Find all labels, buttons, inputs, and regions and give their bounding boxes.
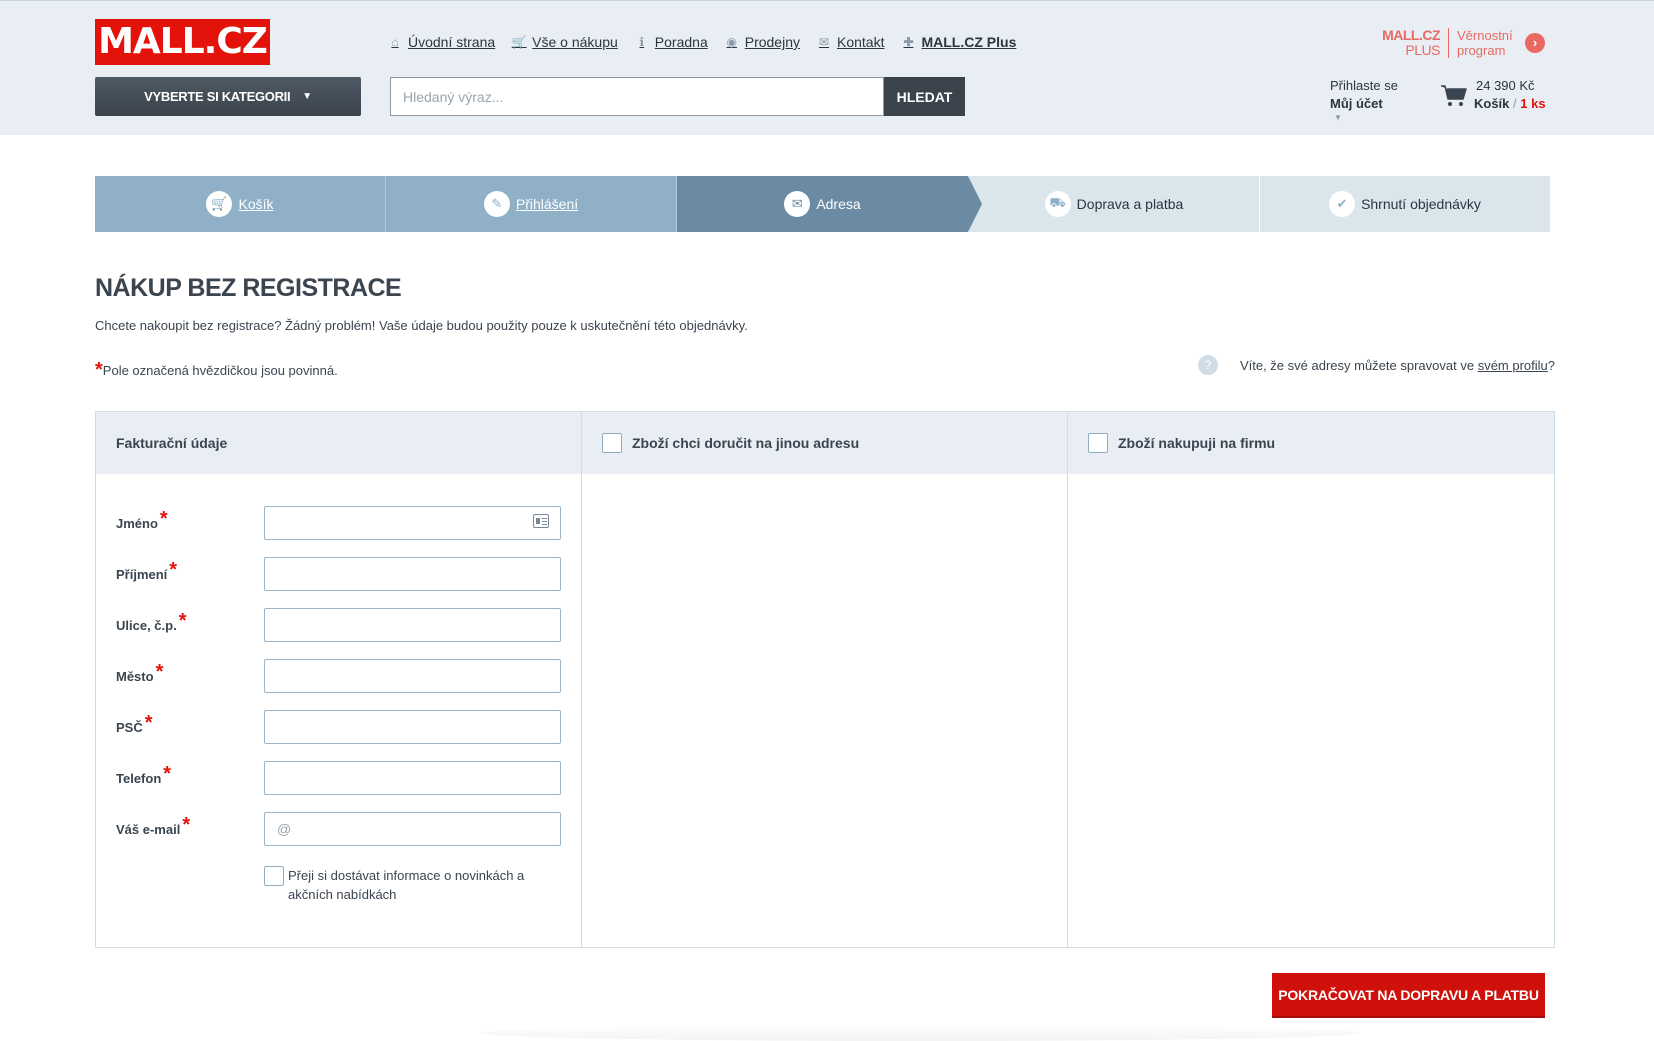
profile-link[interactable]: svém profilu [1478, 358, 1548, 373]
last-name-input[interactable] [264, 557, 561, 591]
nav-advice-link[interactable]: ℹ Poradna [635, 34, 708, 50]
loyalty-program-banner[interactable]: MALL.CZ PLUS Věrnostní program › [1378, 25, 1548, 61]
billing-column: Fakturační údaje Jméno * Příjmení * Ulice,… [96, 412, 582, 947]
required-star: * [95, 359, 103, 381]
delivery-column: Zboží chci doručit na jinou adresu [582, 412, 1068, 947]
page-title: NÁKUP BEZ REGISTRACE [95, 274, 402, 302]
nav-shopping-info-link[interactable]: 🛒 Vše o nákupu [512, 34, 618, 50]
first-name-input[interactable] [264, 506, 561, 540]
profile-note: ? Víte, že své adresy můžete spravovat v… [1197, 355, 1555, 375]
address-form: Fakturační údaje Jméno * Příjmení * Ulice,… [95, 411, 1555, 948]
divider [1448, 28, 1449, 58]
check-icon: ✔ [1329, 191, 1356, 217]
newsletter-option: Přeji si dostávat informace o novinkách … [264, 866, 554, 904]
company-purchase-label: Zboží nakupuji na firmu [1118, 435, 1276, 451]
loyalty-program-text: Věrnostní program [1457, 28, 1513, 58]
field-street: Ulice, č.p. * [116, 608, 562, 642]
cart-count: 1 ks [1520, 96, 1546, 111]
different-address-label: Zboží chci doručit na jinou adresu [632, 435, 860, 451]
step-order-summary: ✔ Shrnutí objednávky [1259, 176, 1550, 232]
account-menu[interactable]: Přihlaste se Můj účet ▼ [1330, 77, 1398, 123]
field-city: Město * [116, 659, 562, 693]
cart-step-icon: 🛒 [206, 191, 233, 217]
field-last-name: Příjmení * [116, 557, 562, 591]
help-icon[interactable]: ? [1197, 355, 1218, 375]
continue-to-shipping-button[interactable]: POKRAČOVAT NA DOPRAVU A PLATBU [1272, 973, 1545, 1016]
nav-home-link[interactable]: ⌂ Úvodní strana [388, 34, 495, 50]
step-address: ✉ Adresa [677, 176, 982, 232]
site-header: MALL.CZ ⌂ Úvodní strana 🛒 Vše o nákupu ℹ Po… [0, 0, 1654, 135]
envelope-icon: ✉ [784, 191, 811, 217]
footer-shadow [480, 1025, 1360, 1041]
step-login[interactable]: ✎ Přihlášení [386, 176, 677, 232]
caret-down-icon: ▼ [1334, 113, 1342, 122]
caret-down-icon: ▼ [302, 91, 312, 102]
different-address-checkbox[interactable] [602, 433, 622, 453]
field-zip: PSČ * [116, 710, 562, 744]
street-input[interactable] [264, 608, 561, 642]
cart-small-icon: 🛒 [511, 35, 527, 49]
mail-icon: ✉ [818, 35, 830, 49]
company-purchase-checkbox[interactable] [1088, 433, 1108, 453]
my-account-label: Můj účet [1330, 96, 1383, 111]
field-first-name: Jméno * [116, 506, 562, 540]
login-prompt: Přihlaste se [1330, 78, 1398, 93]
zip-input[interactable] [264, 710, 561, 744]
required-fields-note: * Pole označená hvězdičkou jsou povinná. [95, 359, 338, 381]
nav-mall-plus-link[interactable]: ✚ MALL.CZ Plus [901, 34, 1016, 50]
intro-text: Chcete nakoupit bez registrace? Žádný pr… [95, 318, 748, 333]
mall-plus-logo: MALL.CZ PLUS [1382, 27, 1440, 58]
pencil-icon: ✎ [483, 191, 510, 217]
city-input[interactable] [264, 659, 561, 693]
field-phone: Telefon * [116, 761, 562, 795]
checkout-steps: 🛒 Košík ✎ Přihlášení ✉ Adresa ⛟ Doprava a pl… [95, 176, 1555, 232]
billing-header: Fakturační údaje [96, 412, 581, 474]
search-input[interactable] [390, 77, 884, 116]
nav-stores-link[interactable]: ◉ Prodejny [725, 34, 800, 50]
company-column: Zboží nakupuji na firmu [1068, 412, 1554, 947]
plus-icon: ✚ [903, 35, 914, 49]
category-menu-button[interactable]: VYBERTE SI KATEGORII ▼ [95, 77, 361, 116]
home-icon: ⌂ [391, 35, 399, 49]
cart-icon [1441, 85, 1467, 106]
phone-input[interactable] [264, 761, 561, 795]
mall-logo[interactable]: MALL.CZ [95, 19, 270, 65]
cart-price: 24 390 Kč [1476, 78, 1535, 93]
contact-card-icon[interactable] [533, 514, 549, 528]
info-icon: ℹ [639, 35, 645, 49]
cart-label: Košík [1474, 96, 1510, 111]
step-shipping-payment: ⛟ Doprava a platba [968, 176, 1259, 232]
truck-icon: ⛟ [1044, 191, 1071, 217]
cart-summary[interactable]: 24 390 Kč Košík / 1 ks [1440, 77, 1546, 113]
top-navigation: ⌂ Úvodní strana 🛒 Vše o nákupu ℹ Poradna ◉ P… [388, 31, 1033, 53]
location-icon: ◉ [726, 35, 737, 49]
search-button[interactable]: HLEDAT [884, 77, 965, 116]
chevron-right-icon[interactable]: › [1525, 33, 1545, 53]
newsletter-label: Přeji si dostávat informace o novinkách … [288, 868, 525, 902]
field-email: Váš e-mail * [116, 812, 562, 846]
email-input[interactable] [264, 812, 561, 846]
newsletter-checkbox[interactable] [264, 866, 284, 886]
nav-contact-link[interactable]: ✉ Kontakt [817, 34, 885, 50]
step-cart[interactable]: 🛒 Košík [95, 176, 386, 232]
